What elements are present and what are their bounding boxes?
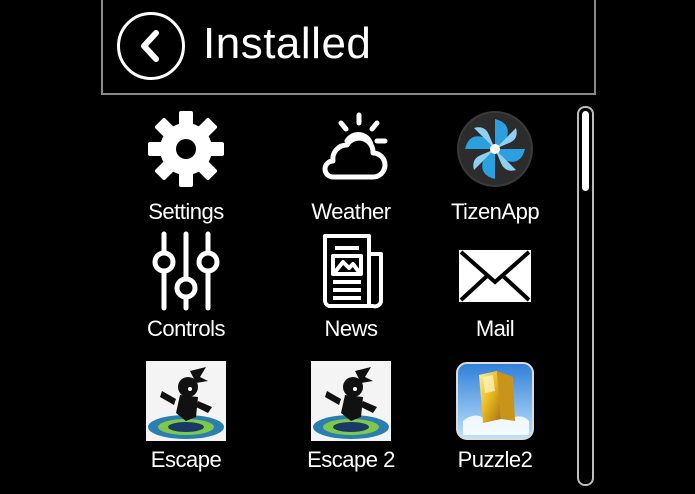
- app-label: Escape 2: [307, 447, 395, 472]
- app-label: Mail: [475, 316, 515, 341]
- app-settings[interactable]: Settings: [116, 108, 256, 228]
- app-mail[interactable]: Mail: [425, 224, 565, 344]
- tizen-icon: [454, 108, 536, 190]
- newspaper-icon: [310, 230, 392, 312]
- app-controls[interactable]: Controls: [116, 224, 256, 344]
- escape-game-icon: [145, 360, 227, 442]
- mail-icon: [454, 230, 536, 312]
- app-label: Controls: [147, 316, 225, 341]
- app-label: Escape: [150, 447, 222, 472]
- app-label: Weather: [311, 199, 391, 224]
- sliders-icon: [145, 230, 227, 312]
- app-label: News: [324, 316, 378, 341]
- gear-icon: [145, 108, 227, 190]
- app-escape[interactable]: Escape: [116, 356, 256, 476]
- app-escape-2[interactable]: Escape 2: [281, 356, 421, 476]
- app-news[interactable]: News: [281, 224, 421, 344]
- app-label: Puzzle2: [457, 447, 533, 472]
- puzzle-icon: [454, 360, 536, 442]
- weather-icon: [310, 108, 392, 190]
- app-weather[interactable]: Weather: [281, 108, 421, 228]
- app-puzzle2[interactable]: Puzzle2: [425, 356, 565, 476]
- scrollbar-thumb[interactable]: [582, 111, 589, 191]
- app-label: Settings: [148, 199, 224, 224]
- app-label: TizenApp: [450, 199, 540, 224]
- escape-game-icon: [310, 360, 392, 442]
- app-tizenapp[interactable]: TizenApp: [425, 108, 565, 228]
